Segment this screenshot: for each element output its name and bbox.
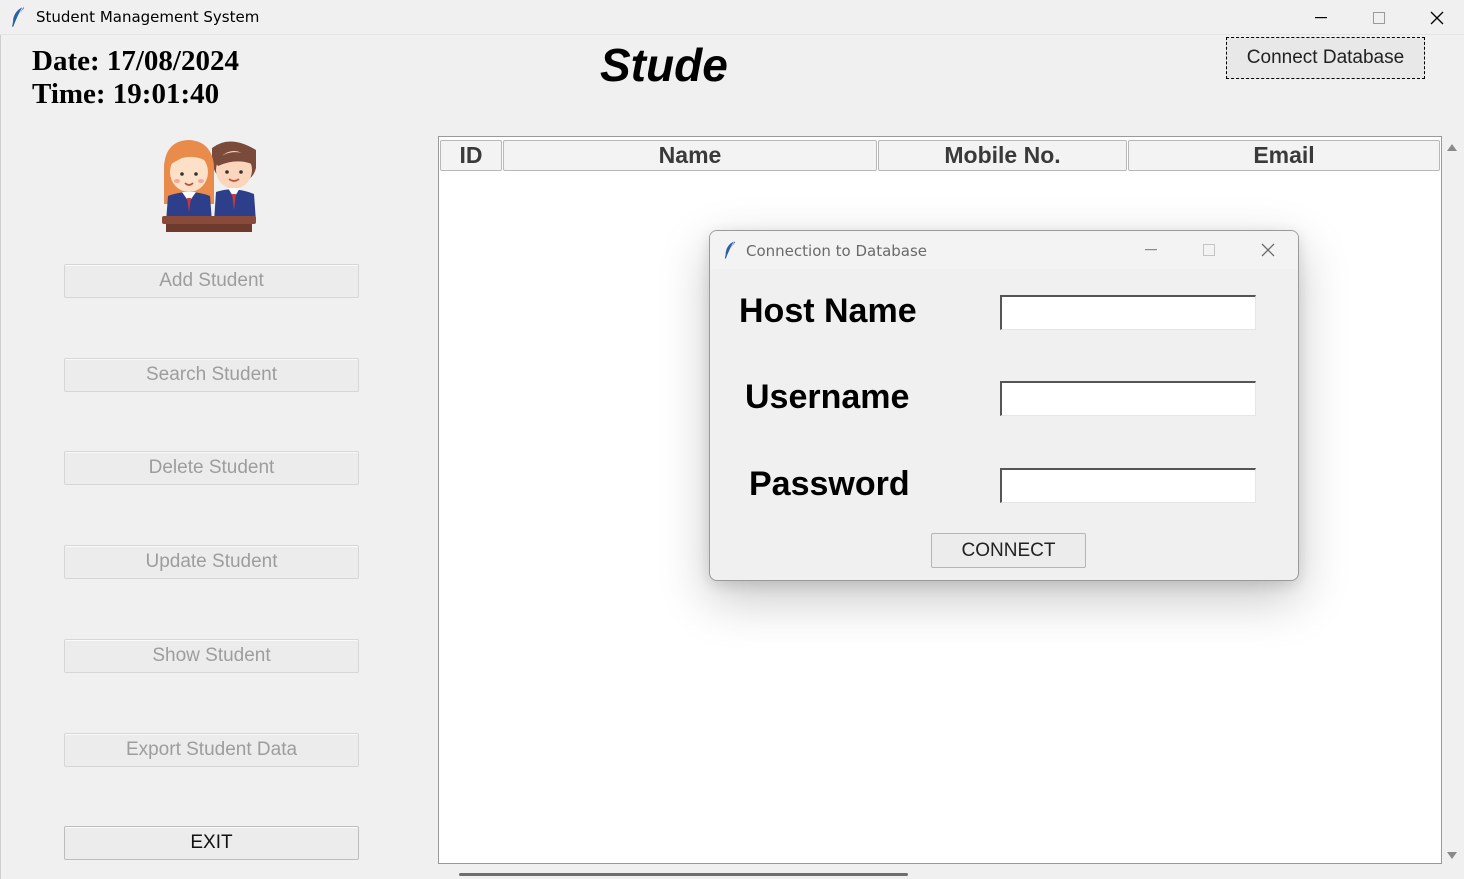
exit-button[interactable]: EXIT: [64, 826, 359, 860]
show-student-button[interactable]: Show Student: [64, 639, 359, 673]
connect-button[interactable]: CONNECT: [931, 533, 1086, 568]
delete-student-button[interactable]: Delete Student: [64, 451, 359, 485]
scroll-up-arrow-icon[interactable]: [1446, 140, 1458, 158]
feather-icon: [723, 240, 737, 265]
add-student-button[interactable]: Add Student: [64, 264, 359, 298]
connection-dialog: Connection to Database Host Name Usernam…: [709, 230, 1299, 581]
column-header-id[interactable]: ID: [440, 140, 502, 171]
feather-icon: [10, 6, 26, 28]
scroll-down-arrow-icon[interactable]: [1446, 848, 1458, 866]
slider-title: Stude: [600, 39, 728, 91]
column-header-email[interactable]: Email: [1128, 140, 1440, 171]
close-icon: [1261, 243, 1275, 257]
host-name-label: Host Name: [739, 292, 917, 330]
dialog-minimize-button[interactable]: [1122, 231, 1180, 269]
dialog-title: Connection to Database: [746, 242, 928, 260]
minimize-button[interactable]: [1292, 0, 1350, 35]
maximize-icon: [1373, 11, 1385, 24]
horizontal-scrollbar-thumb[interactable]: [459, 873, 908, 876]
host-name-input[interactable]: [1000, 295, 1256, 330]
dialog-close-button[interactable]: [1239, 231, 1297, 269]
time-label: Time: 19:01:40: [32, 78, 220, 110]
connect-database-button[interactable]: Connect Database: [1226, 37, 1425, 79]
window-title: Student Management System: [36, 8, 260, 26]
column-header-name[interactable]: Name: [503, 140, 877, 171]
username-input[interactable]: [1000, 381, 1256, 416]
maximize-button[interactable]: [1350, 0, 1408, 35]
date-label: Date: 17/08/2024: [32, 45, 239, 77]
minimize-icon: [1315, 16, 1327, 18]
maximize-icon: [1203, 244, 1215, 256]
column-header-mobile[interactable]: Mobile No.: [878, 140, 1127, 171]
search-student-button[interactable]: Search Student: [64, 358, 359, 392]
window-titlebar: Student Management System: [0, 0, 1464, 35]
export-student-data-button[interactable]: Export Student Data: [64, 733, 359, 767]
dialog-titlebar: Connection to Database: [710, 231, 1298, 269]
username-label: Username: [745, 378, 910, 416]
dialog-maximize-button[interactable]: [1180, 231, 1238, 269]
password-label: Password: [749, 465, 910, 503]
password-input[interactable]: [1000, 468, 1256, 503]
close-icon: [1430, 11, 1444, 24]
minimize-icon: [1145, 249, 1157, 251]
table-header: ID Name Mobile No. Email: [439, 138, 1441, 171]
update-student-button[interactable]: Update Student: [64, 545, 359, 579]
close-button[interactable]: [1408, 0, 1464, 35]
students-avatar-icon: [160, 136, 260, 234]
